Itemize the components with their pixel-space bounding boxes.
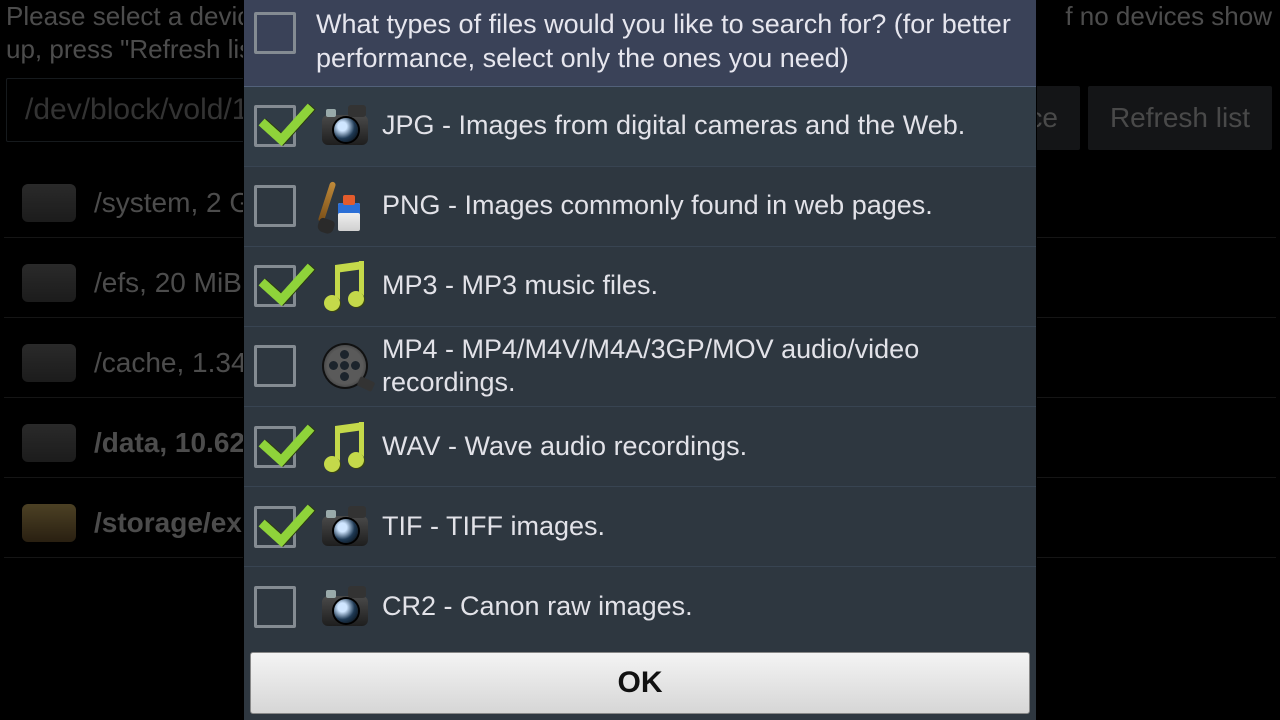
file-type-label: JPG - Images from digital cameras and th… <box>382 109 1026 143</box>
file-type-item[interactable]: PNG - Images commonly found in web pages… <box>244 167 1036 247</box>
disk-icon <box>22 504 76 542</box>
file-type-item[interactable]: CR2 - Canon raw images. <box>244 567 1036 646</box>
refresh-list-button: Refresh list <box>1088 86 1272 150</box>
camera-icon <box>318 580 372 634</box>
file-type-dialog: What types of files would you like to se… <box>244 0 1036 720</box>
disk-icon <box>22 424 76 462</box>
file-type-label: MP3 - MP3 music files. <box>382 269 1026 303</box>
device-path-field: /dev/block/vold/1 <box>6 78 267 142</box>
file-type-item[interactable]: WAV - Wave audio recordings. <box>244 407 1036 487</box>
disk-icon <box>22 344 76 382</box>
dialog-header-text: What types of files would you like to se… <box>316 8 1026 76</box>
bg-instr-line1: Please select a device <box>6 1 265 31</box>
disk-icon <box>22 264 76 302</box>
bg-instructions: Please select a device up, press "Refres… <box>6 0 265 65</box>
ok-button[interactable]: OK <box>250 652 1030 714</box>
select-all-checkbox[interactable] <box>254 12 296 54</box>
device-row-label: /system, 2 G <box>94 187 251 219</box>
music-note-icon <box>318 259 372 313</box>
file-type-checkbox[interactable] <box>254 265 296 307</box>
dialog-header[interactable]: What types of files would you like to se… <box>244 0 1036 87</box>
file-type-checkbox[interactable] <box>254 426 296 468</box>
device-row-label: /cache, 1.34 <box>94 347 247 379</box>
file-type-label: CR2 - Canon raw images. <box>382 590 1026 624</box>
file-type-label: MP4 - MP4/M4V/M4A/3GP/MOV audio/video re… <box>382 333 1026 401</box>
bg-instr-tail: f no devices show <box>1065 0 1272 33</box>
device-row-label: /storage/ex <box>94 507 242 539</box>
file-type-checkbox[interactable] <box>254 185 296 227</box>
ok-button-label: OK <box>618 666 663 700</box>
file-type-checkbox[interactable] <box>254 506 296 548</box>
camera-icon <box>318 500 372 554</box>
file-type-item[interactable]: MP3 - MP3 music files. <box>244 247 1036 327</box>
file-type-checkbox[interactable] <box>254 105 296 147</box>
device-row-label: /efs, 20 MiB <box>94 267 242 299</box>
bg-instr-line2: up, press "Refresh lis <box>6 34 252 64</box>
file-type-item[interactable]: MP4 - MP4/M4V/M4A/3GP/MOV audio/video re… <box>244 327 1036 408</box>
file-type-item[interactable]: TIF - TIFF images. <box>244 487 1036 567</box>
paint-icon <box>318 179 372 233</box>
device-row-label: /data, 10.62 <box>94 427 245 459</box>
file-type-list[interactable]: JPG - Images from digital cameras and th… <box>244 87 1036 647</box>
file-type-item[interactable]: JPG - Images from digital cameras and th… <box>244 87 1036 167</box>
file-type-label: PNG - Images commonly found in web pages… <box>382 189 1026 223</box>
dialog-footer: OK <box>244 646 1036 720</box>
file-type-label: WAV - Wave audio recordings. <box>382 430 1026 464</box>
disk-icon <box>22 184 76 222</box>
camera-icon <box>318 99 372 153</box>
film-reel-icon <box>318 339 372 393</box>
file-type-checkbox[interactable] <box>254 586 296 628</box>
file-type-checkbox[interactable] <box>254 345 296 387</box>
file-type-label: TIF - TIFF images. <box>382 510 1026 544</box>
music-note-icon <box>318 420 372 474</box>
